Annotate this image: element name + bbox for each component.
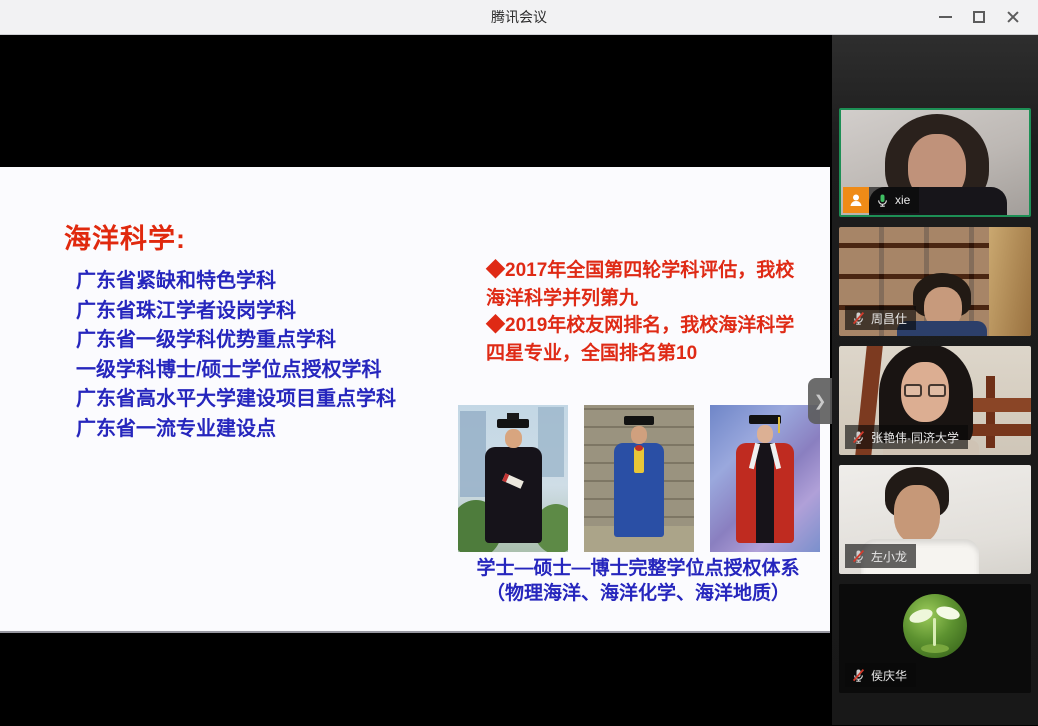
participants-sidebar: xie (832, 35, 1038, 725)
video-tile-houqinghua[interactable]: 侯庆华 (839, 584, 1031, 693)
caption-line-2: （物理海洋、海洋化学、海洋地质） (452, 581, 824, 606)
tencent-meeting-window: 腾讯会议 海洋科学: 广东省紧缺和特色学科 广东省珠江学者设岗学科 广东省一级学… (0, 0, 1038, 725)
participant-label: 张艳伟-同济大学 (845, 425, 968, 449)
close-button[interactable] (996, 2, 1030, 32)
close-icon (1006, 10, 1020, 24)
window-title: 腾讯会议 (491, 7, 547, 27)
video-tile-zhangyanwei[interactable]: 张艳伟-同济大学 (839, 346, 1031, 455)
slide-bullet: 广东省一流专业建设点 (76, 415, 396, 445)
highlight-line: 海洋科学并列第九 (486, 285, 794, 313)
slide-bullet: 广东省高水平大学建设项目重点学科 (76, 385, 396, 415)
highlight-line: 四星专业，全国排名第10 (486, 340, 794, 368)
video-tile-zhouchangshi[interactable]: 周昌仕 (839, 227, 1031, 336)
slide-bullet-list: 广东省紧缺和特色学科 广东省珠江学者设岗学科 广东省一级学科优势重点学科 一级学… (76, 267, 396, 444)
slide-highlights: ◆2017年全国第四轮学科评估，我校 海洋科学并列第九 ◆2019年校友网排名，… (486, 257, 794, 367)
bachelor-graduate-photo (458, 405, 568, 552)
participant-name: xie (895, 193, 910, 207)
participant-label: 周昌仕 (845, 306, 916, 330)
window-controls (928, 0, 1030, 34)
participant-name: 侯庆华 (871, 667, 907, 684)
graduation-photos (458, 405, 820, 552)
titlebar: 腾讯会议 (0, 0, 1038, 35)
presentation-slide: 海洋科学: 广东省紧缺和特色学科 广东省珠江学者设岗学科 广东省一级学科优势重点… (0, 167, 830, 633)
minimize-icon (939, 16, 952, 18)
mic-muted-icon (851, 668, 866, 683)
highlight-line: ◆2017年全国第四轮学科评估，我校 (486, 257, 794, 285)
slide-bullet: 广东省紧缺和特色学科 (76, 267, 396, 297)
mic-muted-icon (851, 311, 866, 326)
slide-title: 海洋科学: (64, 217, 186, 256)
chevron-right-icon: ❯ (814, 392, 827, 410)
highlight-line: ◆2019年校友网排名，我校海洋科学 (486, 312, 794, 340)
sidebar-collapse-button[interactable]: ❯ (808, 378, 832, 424)
maximize-icon (973, 11, 985, 23)
participant-name: 周昌仕 (871, 310, 907, 327)
master-graduate-photo (584, 405, 694, 552)
mic-muted-icon (851, 549, 866, 564)
minimize-button[interactable] (928, 2, 962, 32)
participant-label: 侯庆华 (845, 663, 916, 687)
participant-label: 左小龙 (845, 544, 916, 568)
participant-label: xie (843, 187, 919, 213)
shared-screen-area: 海洋科学: 广东省紧缺和特色学科 广东省珠江学者设岗学科 广东省一级学科优势重点… (0, 35, 832, 725)
doctor-graduate-photo (710, 405, 820, 552)
video-tile-zuoxiaolong[interactable]: 左小龙 (839, 465, 1031, 574)
host-badge-icon (843, 187, 869, 213)
caption-line-1: 学士—硕士—博士完整学位点授权体系 (452, 556, 824, 581)
mic-on-icon (875, 193, 890, 208)
maximize-button[interactable] (962, 2, 996, 32)
slide-caption: 学士—硕士—博士完整学位点授权体系 （物理海洋、海洋化学、海洋地质） (452, 556, 824, 606)
slide-bullet: 广东省珠江学者设岗学科 (76, 297, 396, 327)
slide-bullet: 一级学科博士/硕士学位点授权学科 (76, 356, 396, 386)
slide-bullet: 广东省一级学科优势重点学科 (76, 326, 396, 356)
participant-name: 张艳伟-同济大学 (871, 429, 959, 446)
video-tile-xie[interactable]: xie (839, 108, 1031, 217)
mic-muted-icon (851, 430, 866, 445)
participant-name: 左小龙 (871, 548, 907, 565)
